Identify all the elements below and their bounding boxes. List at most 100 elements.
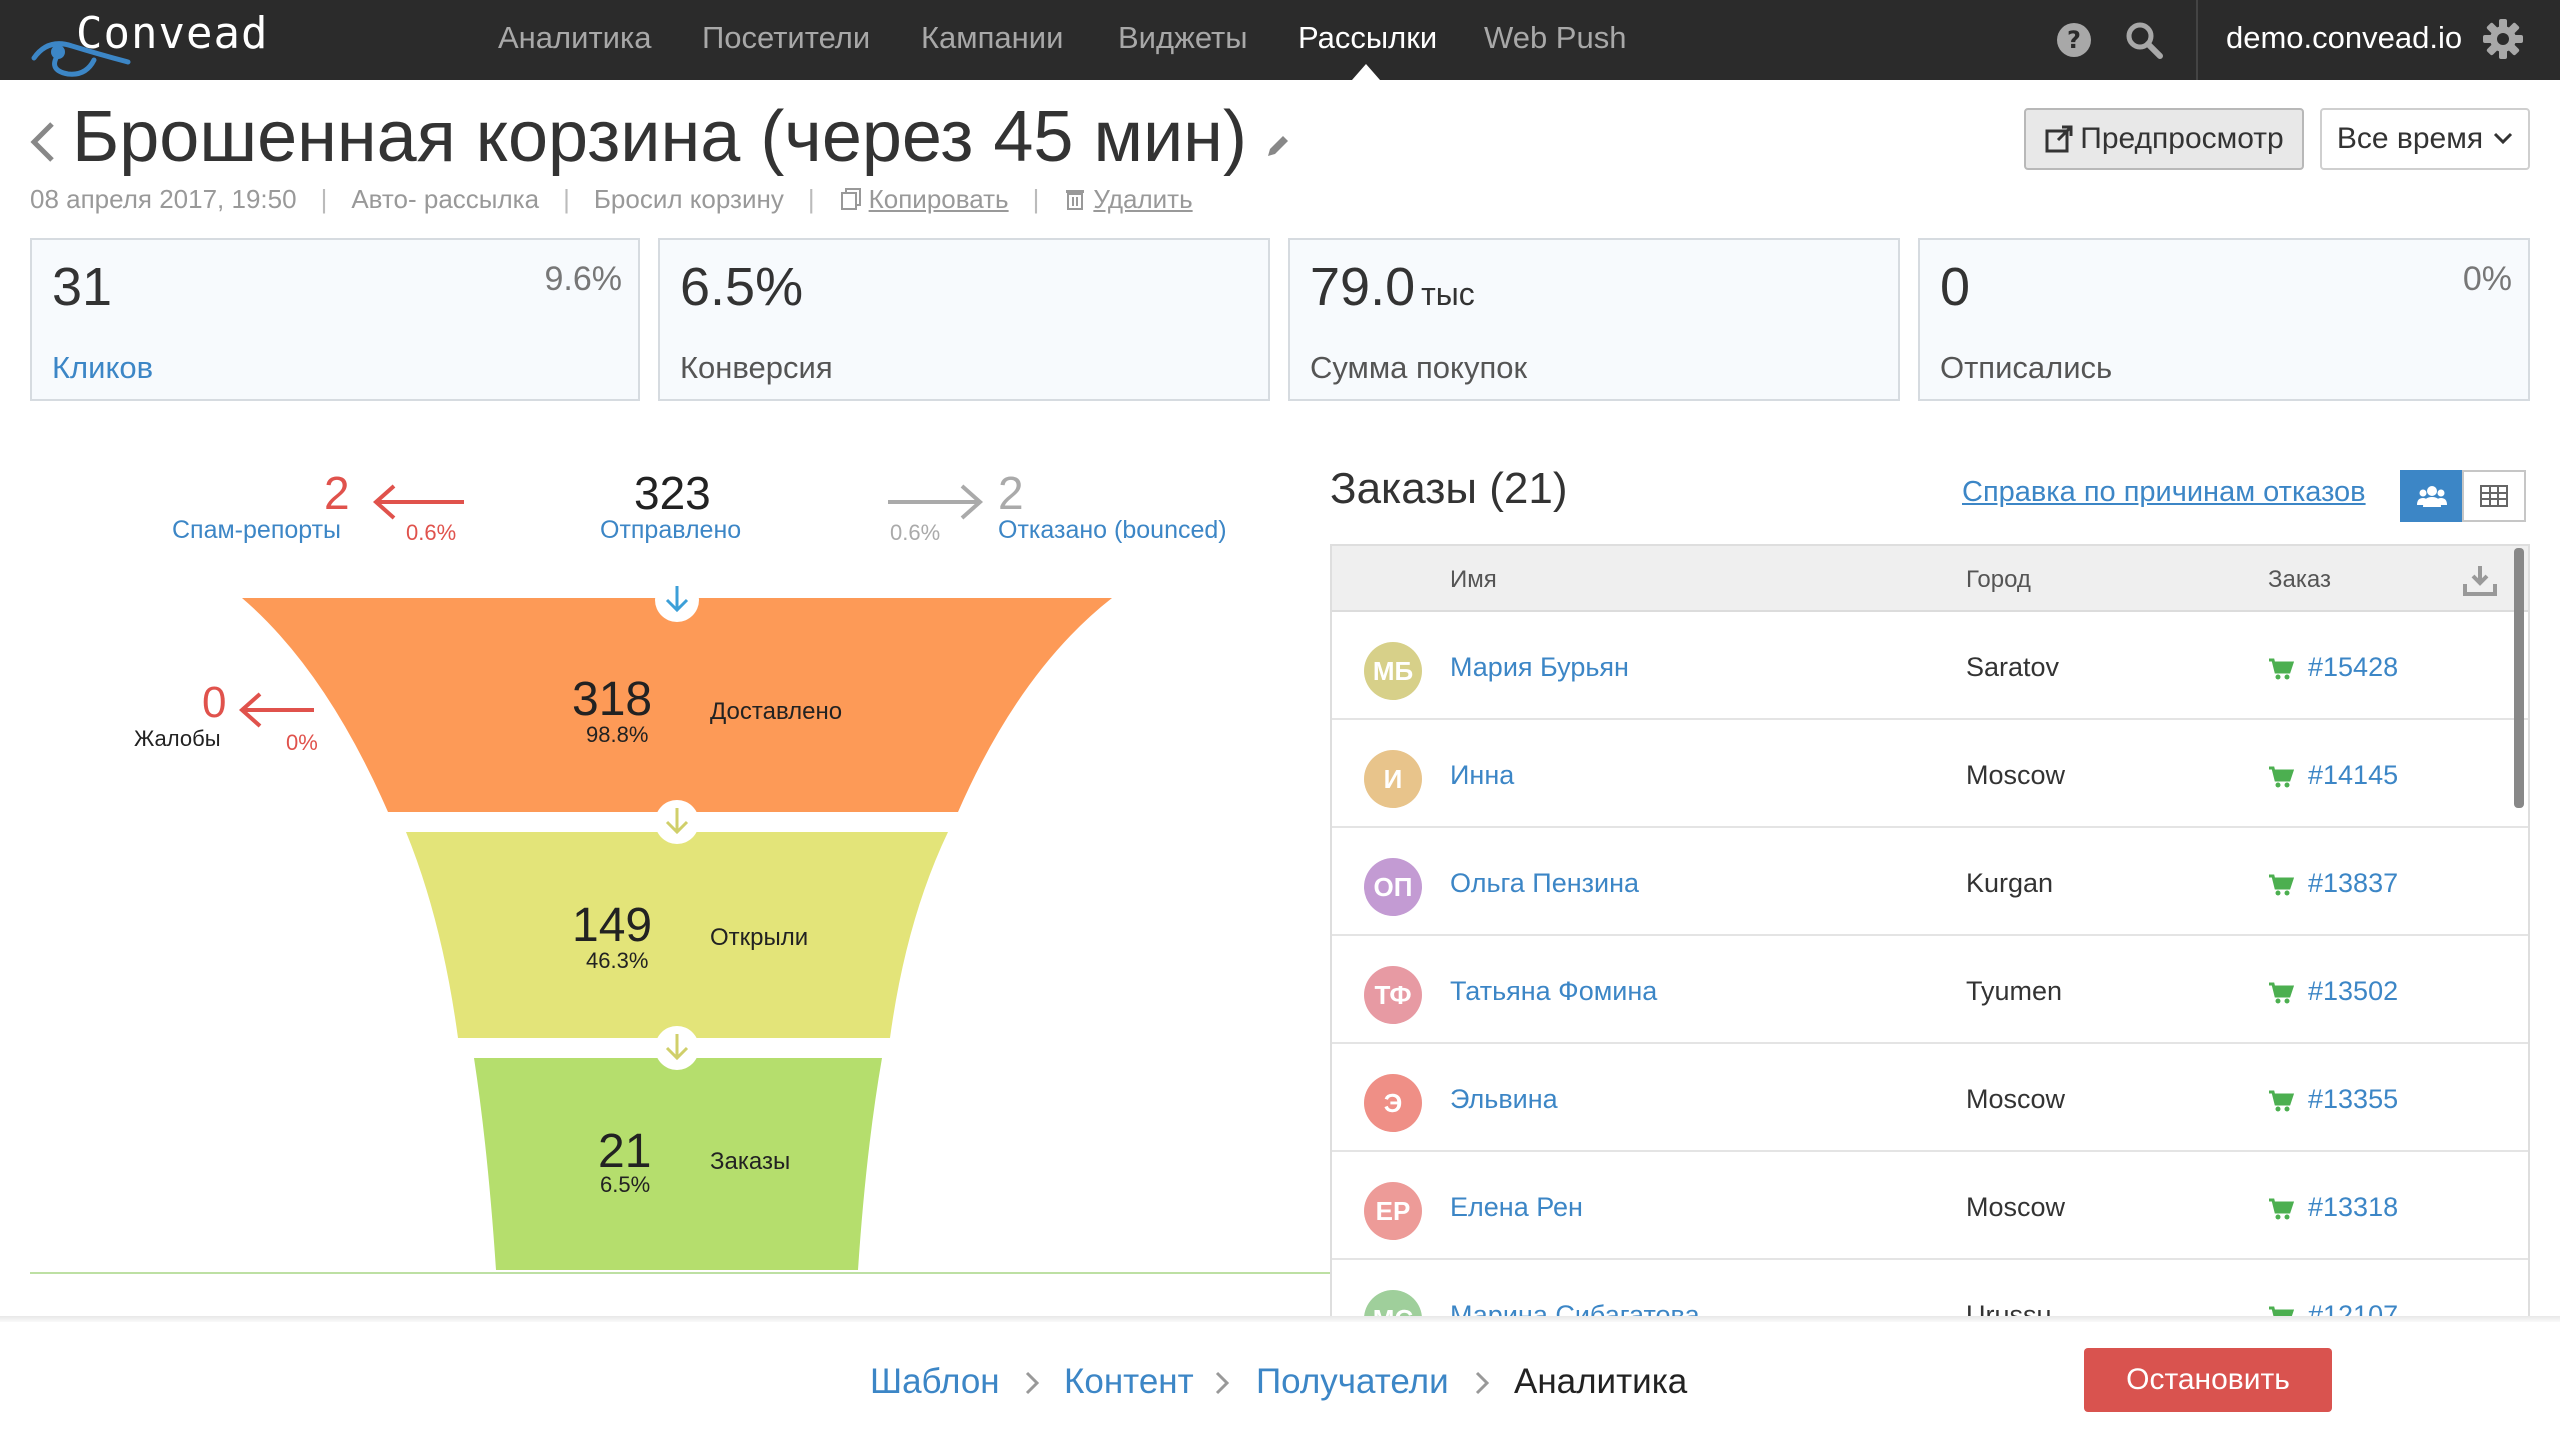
wizard-step-content[interactable]: Контент — [1064, 1362, 1194, 1402]
customer-city: Kurgan — [1966, 868, 2054, 898]
customer-city: Tyumen — [1966, 976, 2063, 1006]
column-header-city[interactable]: Город — [1966, 566, 2031, 594]
funnel-stage-opened — [406, 832, 948, 1038]
gear-icon[interactable] — [2482, 18, 2524, 60]
orders-count: 21 — [598, 1125, 652, 1178]
avatar: МБ — [1364, 642, 1422, 700]
order-number-link[interactable]: #13502 — [2268, 976, 2398, 1007]
customer-city: Saratov — [1966, 652, 2060, 682]
external-link-icon — [2045, 125, 2073, 153]
delivered-count: 318 — [572, 673, 653, 726]
table-header: Имя Город Заказ — [1332, 546, 2528, 612]
customer-name-link[interactable]: Елена Рен — [1450, 1192, 1583, 1223]
period-select-value: Все время — [2336, 122, 2484, 155]
chevron-right-icon — [1475, 1371, 1490, 1395]
spam-count: 2 — [324, 467, 350, 519]
download-icon[interactable] — [2462, 562, 2498, 598]
account-name[interactable]: demo.convead.io — [2226, 20, 2462, 56]
table-icon — [2480, 485, 2508, 507]
orders-percent: 6.5% — [600, 1172, 651, 1197]
arrow-left-icon — [372, 484, 464, 520]
stat-card-unsubscribed: 0 0% Отписались — [1918, 238, 2530, 401]
chevron-right-icon — [1025, 1371, 1040, 1395]
orders-table: Имя Город Заказ МБ Мария Бурьян Saratov #15… — [1330, 544, 2530, 1320]
avatar: И — [1364, 750, 1422, 808]
avatar: ОП — [1364, 858, 1422, 916]
delivered-percent: 98.8% — [586, 722, 649, 747]
spam-percent: 0.6% — [406, 520, 457, 545]
users-icon — [2417, 486, 2447, 507]
nav-web-push[interactable]: Web Push — [1484, 20, 1626, 56]
chevron-down-icon — [2494, 132, 2513, 145]
order-number-link[interactable]: #13837 — [2268, 868, 2398, 899]
table-row[interactable]: МС Марина Сибагатова Urussu #12107 — [1332, 1260, 2528, 1318]
customer-name-link[interactable]: Эльвина — [1450, 1084, 1558, 1115]
svg-text:?: ? — [2067, 26, 2081, 54]
stat-label: Отписались — [1940, 350, 2113, 385]
stat-percent: 0% — [2462, 260, 2512, 298]
sent-count: 323 — [634, 467, 711, 519]
table-row[interactable]: ОП Ольга Пензина Kurgan #13837 — [1332, 828, 2528, 936]
table-row[interactable]: Э Эльвина Moscow #13355 — [1332, 1044, 2528, 1152]
arrow-right-icon — [888, 484, 984, 520]
wizard-step-template[interactable]: Шаблон — [870, 1362, 1000, 1402]
preview-button-label: Предпросмотр — [2080, 122, 2284, 155]
complaints-label: Жалобы — [134, 726, 221, 751]
stat-value: 0 — [1940, 257, 1971, 317]
bounced-label: Отказано (bounced) — [998, 516, 1227, 544]
avatar: ТФ — [1364, 966, 1422, 1024]
table-scrollbar[interactable] — [2514, 548, 2524, 808]
search-icon[interactable] — [2124, 20, 2164, 60]
opened-count: 149 — [572, 899, 653, 952]
complaints-percent: 0% — [286, 730, 318, 755]
funnel-baseline — [30, 1272, 1330, 1274]
avatar: ЕР — [1364, 1182, 1422, 1240]
customer-city: Moscow — [1966, 1192, 2066, 1222]
preview-button[interactable]: Предпросмотр — [2024, 108, 2304, 170]
table-row[interactable]: ЕР Елена Рен Moscow #13318 — [1332, 1152, 2528, 1260]
table-row[interactable]: ТФ Татьяна Фомина Tyumen #13502 — [1332, 936, 2528, 1044]
wizard-step-analytics: Аналитика — [1514, 1362, 1688, 1401]
order-number-link[interactable]: #13355 — [2268, 1084, 2398, 1115]
orders-label: Заказы — [710, 1148, 791, 1175]
wizard-step-recipients[interactable]: Получатели — [1256, 1362, 1449, 1402]
view-people-button[interactable] — [2400, 470, 2464, 522]
customer-city: Moscow — [1966, 1084, 2066, 1114]
column-header-order[interactable]: Заказ — [2268, 566, 2331, 594]
stat-card-revenue: 79.0 тыс Сумма покупок — [1288, 238, 1900, 401]
complaints-count: 0 — [202, 678, 227, 727]
chevron-right-icon — [1215, 1371, 1230, 1395]
bounced-percent: 0.6% — [890, 520, 941, 545]
column-header-name[interactable]: Имя — [1450, 566, 1497, 594]
topbar-divider — [2196, 0, 2198, 80]
stop-button[interactable]: Остановить — [2084, 1348, 2332, 1412]
delivered-label: Доставлено — [710, 698, 843, 725]
order-number-link[interactable]: #14145 — [2268, 760, 2398, 791]
arrow-left-icon — [238, 692, 314, 728]
opened-percent: 46.3% — [586, 948, 649, 973]
view-table-button[interactable] — [2462, 470, 2526, 522]
bounced-count: 2 — [998, 467, 1024, 519]
customer-city: Moscow — [1966, 760, 2066, 790]
help-icon[interactable]: ? — [2054, 20, 2094, 60]
order-number-link[interactable]: #15428 — [2268, 652, 2398, 683]
customer-name-link[interactable]: Татьяна Фомина — [1450, 976, 1657, 1007]
period-select[interactable]: Все время — [2320, 108, 2530, 170]
order-number-link[interactable]: #13318 — [2268, 1192, 2398, 1223]
opened-label: Открыли — [710, 924, 809, 951]
avatar: Э — [1364, 1074, 1422, 1132]
stat-label: Сумма покупок — [1310, 350, 1528, 385]
customer-name-link[interactable]: Мария Бурьян — [1450, 652, 1629, 683]
table-row[interactable]: МБ Мария Бурьян Saratov #15428 — [1332, 612, 2528, 720]
bounce-reasons-help-link[interactable]: Справка по причинам отказов — [1962, 476, 2366, 509]
spam-label: Спам-репорты — [172, 516, 342, 544]
active-nav-indicator — [1352, 64, 1380, 80]
funnel-chart — [238, 484, 1112, 1270]
funnel-stage-orders — [474, 1058, 882, 1270]
customer-name-link[interactable]: Инна — [1450, 760, 1514, 791]
table-row[interactable]: И Инна Moscow #14145 — [1332, 720, 2528, 828]
sent-label: Отправлено — [600, 516, 742, 544]
customer-name-link[interactable]: Ольга Пензина — [1450, 868, 1639, 899]
funnel-stage-delivered — [242, 598, 1112, 812]
orders-title: Заказы (21) — [1330, 464, 1568, 513]
